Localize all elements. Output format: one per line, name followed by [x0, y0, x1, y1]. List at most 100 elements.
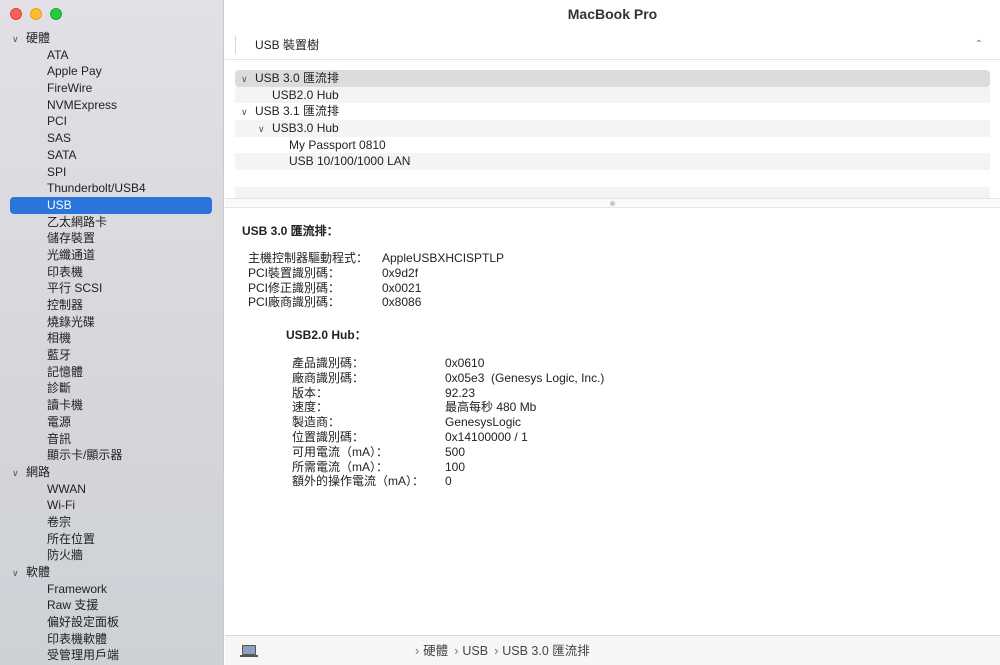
- property-row: 速度： 最高每秒 480 Mb: [292, 400, 536, 415]
- chevron-down-icon[interactable]: ∨: [12, 465, 26, 482]
- property-value: 最高每秒 480 Mb: [445, 400, 537, 415]
- sidebar-item[interactable]: 診斷: [0, 380, 224, 397]
- sidebar-item[interactable]: 控制器: [0, 297, 224, 314]
- sidebar-item[interactable]: 相機: [0, 330, 224, 347]
- usb-device-tree: ∨ USB 3.0 匯流排 USB2.0 Hub ∨ USB 3.1 匯流排 ∨ USB3.…: [235, 70, 990, 204]
- property-row: PCI廠商識別碼： 0x8086: [248, 295, 421, 310]
- chevron-down-icon[interactable]: ∨: [241, 104, 255, 121]
- property-row: 所需電流（mA）： 100: [292, 460, 465, 475]
- chevron-right-icon: ›: [454, 644, 459, 658]
- sidebar-item[interactable]: PCI: [0, 113, 224, 130]
- detail-pane: USB 3.0 匯流排： 主機控制器驅動程式： AppleUSBXHCISPTLP…: [225, 208, 1000, 635]
- property-key: PCI裝置識別碼：: [248, 265, 341, 280]
- sidebar-item[interactable]: 印表機: [0, 264, 224, 281]
- property-row: 額外的操作電流（mA）： 0: [292, 474, 452, 489]
- property-row: 可用電流（mA）： 500: [292, 445, 465, 460]
- chevron-down-icon[interactable]: ∨: [12, 565, 26, 582]
- sidebar-item[interactable]: 偏好設定面板: [0, 614, 224, 631]
- property-value: 0x0610: [445, 356, 485, 370]
- property-value: 0x0021: [382, 280, 422, 295]
- property-value: AppleUSBXHCISPTLP: [382, 251, 505, 265]
- breadcrumb-item[interactable]: USB 3.0 匯流排: [502, 644, 590, 658]
- tree-row[interactable]: My Passport 0810: [235, 137, 990, 154]
- hub-title: USB2.0 Hub：: [286, 328, 367, 342]
- column-header-label: USB 裝置樹: [255, 38, 320, 52]
- tree-row-label: My Passport 0810: [289, 137, 386, 152]
- property-key: PCI廠商識別碼：: [248, 295, 341, 310]
- chevron-up-icon[interactable]: ⌃: [975, 30, 983, 60]
- sidebar-item[interactable]: 記憶體: [0, 364, 224, 381]
- sidebar-item[interactable]: 卷宗: [0, 514, 224, 531]
- sidebar-item[interactable]: Framework: [0, 581, 224, 598]
- sidebar-group[interactable]: ∨ 軟體: [0, 564, 224, 581]
- close-window-button[interactable]: [10, 8, 22, 20]
- sidebar-group-label: 軟體: [26, 565, 51, 579]
- property-key: 產品識別碼：: [292, 356, 365, 370]
- sidebar-item[interactable]: Apple Pay: [0, 63, 224, 80]
- breadcrumb-item[interactable]: USB: [462, 644, 488, 658]
- property-key: 速度：: [292, 400, 329, 415]
- column-header[interactable]: USB 裝置樹 ⌃: [225, 30, 1000, 60]
- sidebar-item[interactable]: 讀卡機: [0, 397, 224, 414]
- window-controls: [10, 8, 62, 20]
- tree-row[interactable]: USB 10/100/1000 LAN: [235, 153, 990, 171]
- property-key: 製造商：: [292, 415, 341, 430]
- sidebar-item[interactable]: Raw 支援: [0, 597, 224, 614]
- zoom-window-button[interactable]: [50, 8, 62, 20]
- tree-row[interactable]: ∨ USB 3.1 匯流排: [235, 103, 990, 120]
- tree-row-label: USB3.0 Hub: [272, 121, 339, 136]
- chevron-down-icon[interactable]: ∨: [12, 31, 26, 48]
- sidebar-item[interactable]: WWAN: [0, 481, 224, 498]
- sidebar-item[interactable]: 音訊: [0, 431, 224, 448]
- property-row: 版本： 92.23: [292, 385, 475, 401]
- sidebar-item[interactable]: SPI: [0, 164, 224, 181]
- property-row: 製造商： GenesysLogic: [292, 415, 521, 430]
- chevron-down-icon[interactable]: ∨: [258, 121, 272, 138]
- sidebar-item[interactable]: USB: [10, 196, 212, 214]
- split-view-divider[interactable]: [225, 198, 1000, 208]
- sidebar-item[interactable]: 所在位置: [0, 531, 224, 548]
- sidebar-item[interactable]: SAS: [0, 130, 224, 147]
- property-value: 0x05e3 (Genesys Logic, Inc.): [445, 370, 605, 385]
- sidebar-item[interactable]: 顯示卡/顯示器: [0, 447, 224, 464]
- property-row: 產品識別碼： 0x0610: [292, 356, 484, 371]
- property-key: PCI修正識別碼：: [248, 280, 341, 295]
- tree-row[interactable]: [235, 170, 990, 187]
- sidebar-item[interactable]: 儲存裝置: [0, 230, 224, 247]
- window-title: MacBook Pro: [567, 6, 658, 22]
- sidebar-item[interactable]: ATA: [0, 47, 224, 64]
- breadcrumb-item[interactable]: 硬體: [423, 644, 448, 658]
- sidebar-item[interactable]: Wi-Fi: [0, 497, 224, 514]
- tree-row[interactable]: ∨ USB 3.0 匯流排: [235, 70, 990, 87]
- sidebar-group[interactable]: ∨ 硬體: [0, 30, 224, 47]
- sidebar-item[interactable]: 平行 SCSI: [0, 280, 224, 297]
- chevron-down-icon[interactable]: ∨: [241, 71, 255, 88]
- sidebar-item[interactable]: FireWire: [0, 80, 224, 97]
- property-value: 0x8086: [382, 295, 422, 310]
- tree-row-label: USB 3.1 匯流排: [255, 104, 340, 119]
- tree-row[interactable]: USB2.0 Hub: [235, 86, 990, 104]
- divider-handle-icon[interactable]: [610, 201, 615, 206]
- sidebar: ∨ 硬體 ATA Apple Pay FireWire NVMExpress PCI SAS S…: [0, 0, 224, 665]
- sidebar-group[interactable]: ∨ 網路: [0, 464, 224, 481]
- sidebar-item[interactable]: 受管理用戶端: [0, 647, 224, 664]
- property-value: GenesysLogic: [445, 415, 522, 430]
- column-separator: [235, 36, 236, 54]
- sidebar-item[interactable]: 印表機軟體: [0, 631, 224, 648]
- property-value: 0x14100000 / 1: [445, 430, 528, 444]
- tree-row[interactable]: ∨ USB3.0 Hub: [235, 120, 990, 137]
- sidebar-item[interactable]: 電源: [0, 414, 224, 431]
- property-key: 版本：: [292, 385, 329, 400]
- minimize-window-button[interactable]: [30, 8, 42, 20]
- sidebar-item[interactable]: 光纖通道: [0, 247, 224, 264]
- main-pane: MacBook Pro USB 裝置樹 ⌃ ∨ USB 3.0 匯流排 USB2.0…: [225, 0, 1000, 665]
- sidebar-item[interactable]: 防火牆: [0, 547, 224, 564]
- sidebar-item[interactable]: SATA: [0, 147, 224, 164]
- sidebar-item[interactable]: 燒錄光碟: [0, 314, 224, 331]
- sidebar-item[interactable]: 乙太網路卡: [0, 214, 224, 231]
- tree-row-label: USB2.0 Hub: [272, 87, 339, 102]
- sidebar-item[interactable]: NVMExpress: [0, 97, 224, 114]
- breadcrumb: › 硬體 › USB › USB 3.0 匯流排: [415, 636, 596, 665]
- sidebar-item[interactable]: Thunderbolt/USB4: [0, 180, 224, 197]
- sidebar-item[interactable]: 藍牙: [0, 347, 224, 364]
